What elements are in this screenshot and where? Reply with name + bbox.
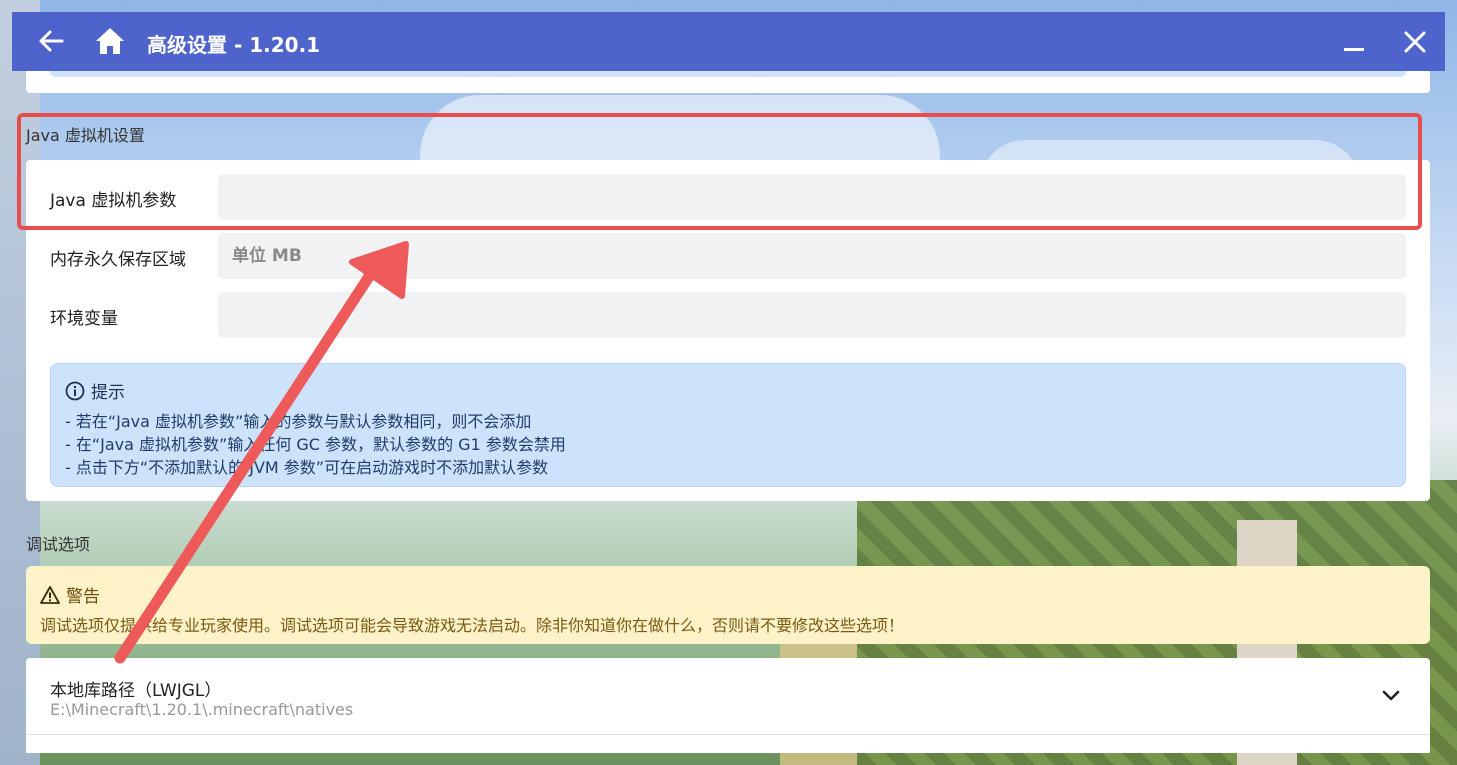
warning-header: 警告	[40, 582, 100, 607]
warning-text: 调试选项仅提供给专业玩家使用。调试选项可能会导致游戏无法启动。除非你知道你在做什…	[40, 616, 905, 635]
warning-icon	[40, 585, 60, 604]
lwjgl-path-label: 本地库路径（LWJGL）	[50, 681, 222, 701]
jvm-settings-card: Java 虚拟机参数 内存永久保存区域 环境变量 提示 - 若在“Java 虚拟…	[26, 160, 1430, 501]
window-title: 高级设置 - 1.20.1	[147, 33, 321, 57]
jvm-args-label: Java 虚拟机参数	[50, 191, 177, 211]
tip-line: - 若在“Java 虚拟机参数”输入的参数与默认参数相同，则不会添加	[65, 412, 532, 431]
tip-line: - 点击下方“不添加默认的 JVM 参数”可在启动游戏时不添加默认参数	[65, 458, 549, 477]
home-icon[interactable]	[94, 26, 126, 56]
info-icon	[65, 381, 85, 400]
jvm-args-input[interactable]	[218, 174, 1406, 220]
tip-title: 提示	[91, 383, 125, 403]
previous-section-card	[26, 71, 1430, 93]
back-arrow-icon[interactable]	[36, 26, 66, 56]
lwjgl-path-value: E:\Minecraft\1.20.1\.minecraft\natives	[50, 700, 354, 719]
item-divider	[26, 734, 1430, 735]
settings-window: 高级设置 - 1.20.1 Java 虚拟机设置 Java 虚拟机参数 内存永久…	[12, 12, 1445, 753]
close-icon[interactable]	[1402, 29, 1428, 55]
env-vars-label: 环境变量	[50, 309, 118, 329]
chevron-down-icon[interactable]	[1380, 684, 1402, 706]
section-title-jvm: Java 虚拟机设置	[26, 126, 145, 145]
warning-title: 警告	[66, 587, 100, 607]
permgen-label: 内存永久保存区域	[50, 250, 186, 270]
section-title-debug: 调试选项	[26, 535, 91, 554]
permgen-input[interactable]	[218, 233, 1406, 279]
tip-box: 提示 - 若在“Java 虚拟机参数”输入的参数与默认参数相同，则不会添加 - …	[50, 363, 1406, 487]
tip-line: - 在“Java 虚拟机参数”输入任何 GC 参数，默认参数的 G1 参数会禁用	[65, 435, 566, 454]
warning-box: 警告 调试选项仅提供给专业玩家使用。调试选项可能会导致游戏无法启动。除非你知道你…	[26, 566, 1430, 644]
minimize-icon[interactable]	[1342, 30, 1366, 54]
lwjgl-path-item[interactable]: 本地库路径（LWJGL） E:\Minecraft\1.20.1\.minecr…	[26, 658, 1430, 753]
previous-section-info-strip	[50, 71, 1406, 77]
env-vars-input[interactable]	[218, 292, 1406, 338]
title-bar: 高级设置 - 1.20.1	[12, 12, 1445, 71]
tip-header: 提示	[65, 378, 125, 403]
